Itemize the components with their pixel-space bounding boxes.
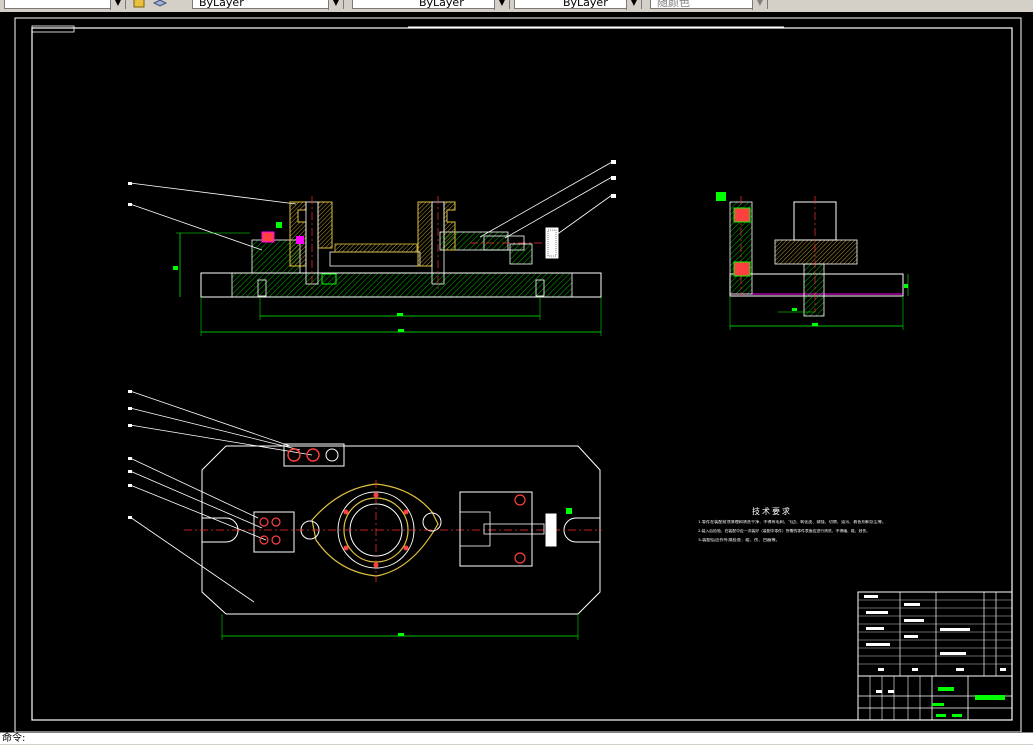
chevron-down-icon[interactable]: ▼ xyxy=(494,0,509,10)
layer-combo[interactable]: ▼ xyxy=(4,0,126,10)
chevron-down-icon[interactable]: ▼ xyxy=(626,0,641,10)
front-view xyxy=(128,160,616,336)
title-block xyxy=(857,591,1013,721)
lineweight-combo-value: ByLayer xyxy=(563,0,608,9)
technical-requirements: 技术要求 1.零件在装配前须清理和清洗干净，不得有毛刺、飞边、氧化皮、锈蚀、切屑… xyxy=(698,506,886,542)
chevron-down-icon[interactable]: ▼ xyxy=(752,0,767,10)
layer-previous-icon[interactable] xyxy=(132,0,148,10)
color-combo-value: ByLayer xyxy=(199,0,244,9)
linetype-combo-value: ByLayer xyxy=(419,0,464,9)
layers-stack-icon[interactable] xyxy=(152,0,168,10)
tech-note-1: 1.零件在装配前须清理和清洗干净，不得有毛刺、飞边、氧化皮、锈蚀、切屑、油污、着… xyxy=(698,519,886,524)
top-view xyxy=(128,390,602,640)
drawing-canvas[interactable]: 技术要求 1.零件在装配前须清理和清洗干净，不得有毛刺、飞边、氧化皮、锈蚀、切屑… xyxy=(0,12,1033,733)
tech-note-3: 3.装配后应作外观检查，碰、伤、凹痕等。 xyxy=(698,537,780,542)
color-combo[interactable]: ByLayer ▼ xyxy=(192,0,344,10)
drawing-frame xyxy=(14,17,1022,733)
plotstyle-combo-value: 随颜色 xyxy=(657,0,690,9)
chevron-down-icon[interactable]: ▼ xyxy=(328,0,343,10)
tech-title: 技术要求 xyxy=(752,506,792,516)
side-view xyxy=(716,192,909,330)
command-line[interactable]: 命令: xyxy=(0,732,1033,744)
chevron-down-icon[interactable]: ▼ xyxy=(110,0,125,10)
lineweight-combo[interactable]: ByLayer ▼ xyxy=(514,0,642,10)
command-prompt: 命令: xyxy=(2,733,26,744)
plotstyle-combo[interactable]: 随颜色 ▼ xyxy=(650,0,768,10)
linetype-combo[interactable]: ByLayer ▼ xyxy=(352,0,510,10)
tech-note-2: 2.装入后检验，在装配中应一次装好（装配中零件）所需的零件表面应进行清洗，不得磕… xyxy=(698,528,870,533)
